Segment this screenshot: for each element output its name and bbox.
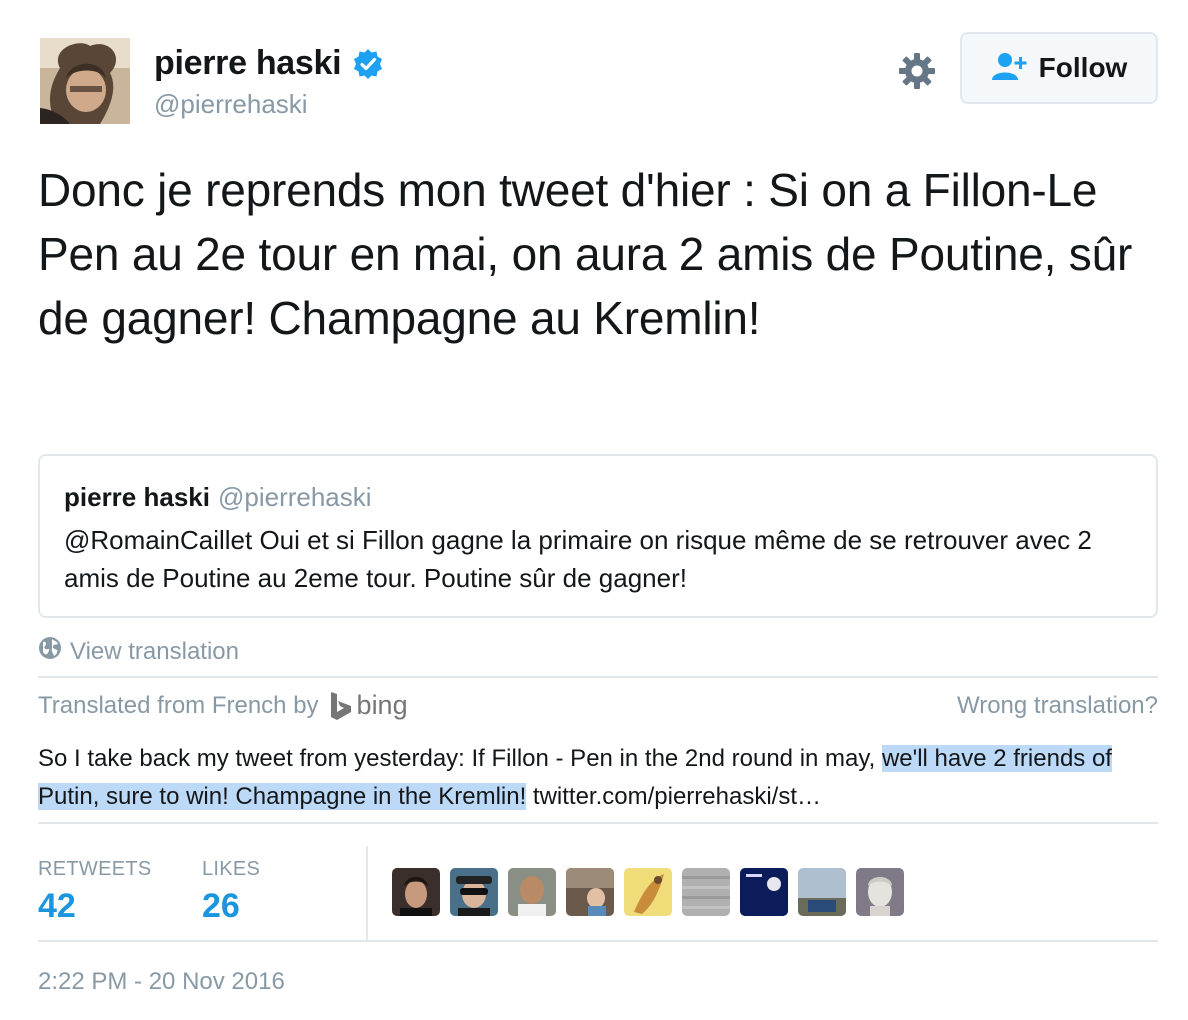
- quoted-tweet[interactable]: pierre haski @pierrehaski @RomainCaillet …: [38, 454, 1158, 618]
- translation-link[interactable]: twitter.com/pierrehaski/st…: [526, 783, 821, 810]
- translated-tweet-text: So I take back my tweet from yesterday: …: [38, 740, 1158, 816]
- author-avatar[interactable]: [40, 38, 130, 124]
- quoted-author-handle: @pierrehaski: [217, 482, 372, 512]
- tweet-text: Donc je reprends mon tweet d'hier : Si o…: [38, 164, 1133, 344]
- liker-avatar[interactable]: [798, 868, 846, 916]
- view-translation-label: View translation: [70, 637, 239, 665]
- tweet-timestamp[interactable]: 2:22 PM - 20 Nov 2016: [38, 968, 285, 996]
- likes-count: 26: [202, 887, 240, 925]
- quoted-tweet-text: @RomainCaillet Oui et si Fillon gagne la…: [64, 525, 1092, 593]
- translation-divider-top: [38, 676, 1158, 678]
- liker-avatar[interactable]: [856, 868, 904, 916]
- liker-avatar[interactable]: [624, 868, 672, 916]
- stats-divider-top: [38, 822, 1158, 824]
- liker-avatar[interactable]: [450, 868, 498, 916]
- retweets-count: 42: [38, 887, 76, 925]
- author-handle[interactable]: @pierrehaski: [154, 89, 384, 120]
- translation-text-plain: So I take back my tweet from yesterday: …: [38, 745, 882, 772]
- gear-icon[interactable]: [898, 52, 936, 90]
- author-name-block[interactable]: pierre haski @pierrehaski: [154, 44, 384, 120]
- likes-label: LIKES: [202, 858, 261, 880]
- verified-badge-icon: [352, 48, 384, 80]
- retweets-label: RETWEETS: [38, 858, 152, 880]
- translation-source-row: Translated from French by bing Wrong tra…: [38, 690, 1158, 722]
- stats-separator: [366, 846, 368, 940]
- liker-avatar[interactable]: [566, 868, 614, 916]
- liker-avatar[interactable]: [740, 868, 788, 916]
- author-display-name[interactable]: pierre haski: [154, 44, 342, 83]
- tweet-stats: RETWEETS 42 LIKES 26: [38, 846, 1158, 940]
- liker-avatar[interactable]: [392, 868, 440, 916]
- likes-stat[interactable]: LIKES 26: [202, 858, 260, 926]
- wrong-translation-link[interactable]: Wrong translation?: [957, 692, 1158, 720]
- liker-avatar[interactable]: [682, 868, 730, 916]
- add-user-icon: [991, 51, 1029, 86]
- globe-icon: [38, 636, 62, 667]
- retweets-stat[interactable]: RETWEETS 42: [38, 858, 152, 926]
- stats-divider-bottom: [38, 940, 1158, 942]
- translated-from-label: Translated from French by: [38, 691, 319, 719]
- quoted-author-name: pierre haski: [64, 482, 210, 512]
- follow-button[interactable]: Follow: [960, 32, 1158, 104]
- tweet-header: pierre haski @pierrehaski Follow: [40, 32, 1158, 128]
- bing-logo[interactable]: bing: [329, 690, 408, 721]
- bing-label: bing: [356, 690, 408, 720]
- follow-button-label: Follow: [1038, 52, 1128, 83]
- view-translation-link[interactable]: View translation: [38, 636, 239, 667]
- likers-avatars: [392, 868, 904, 916]
- liker-avatar[interactable]: [508, 868, 556, 916]
